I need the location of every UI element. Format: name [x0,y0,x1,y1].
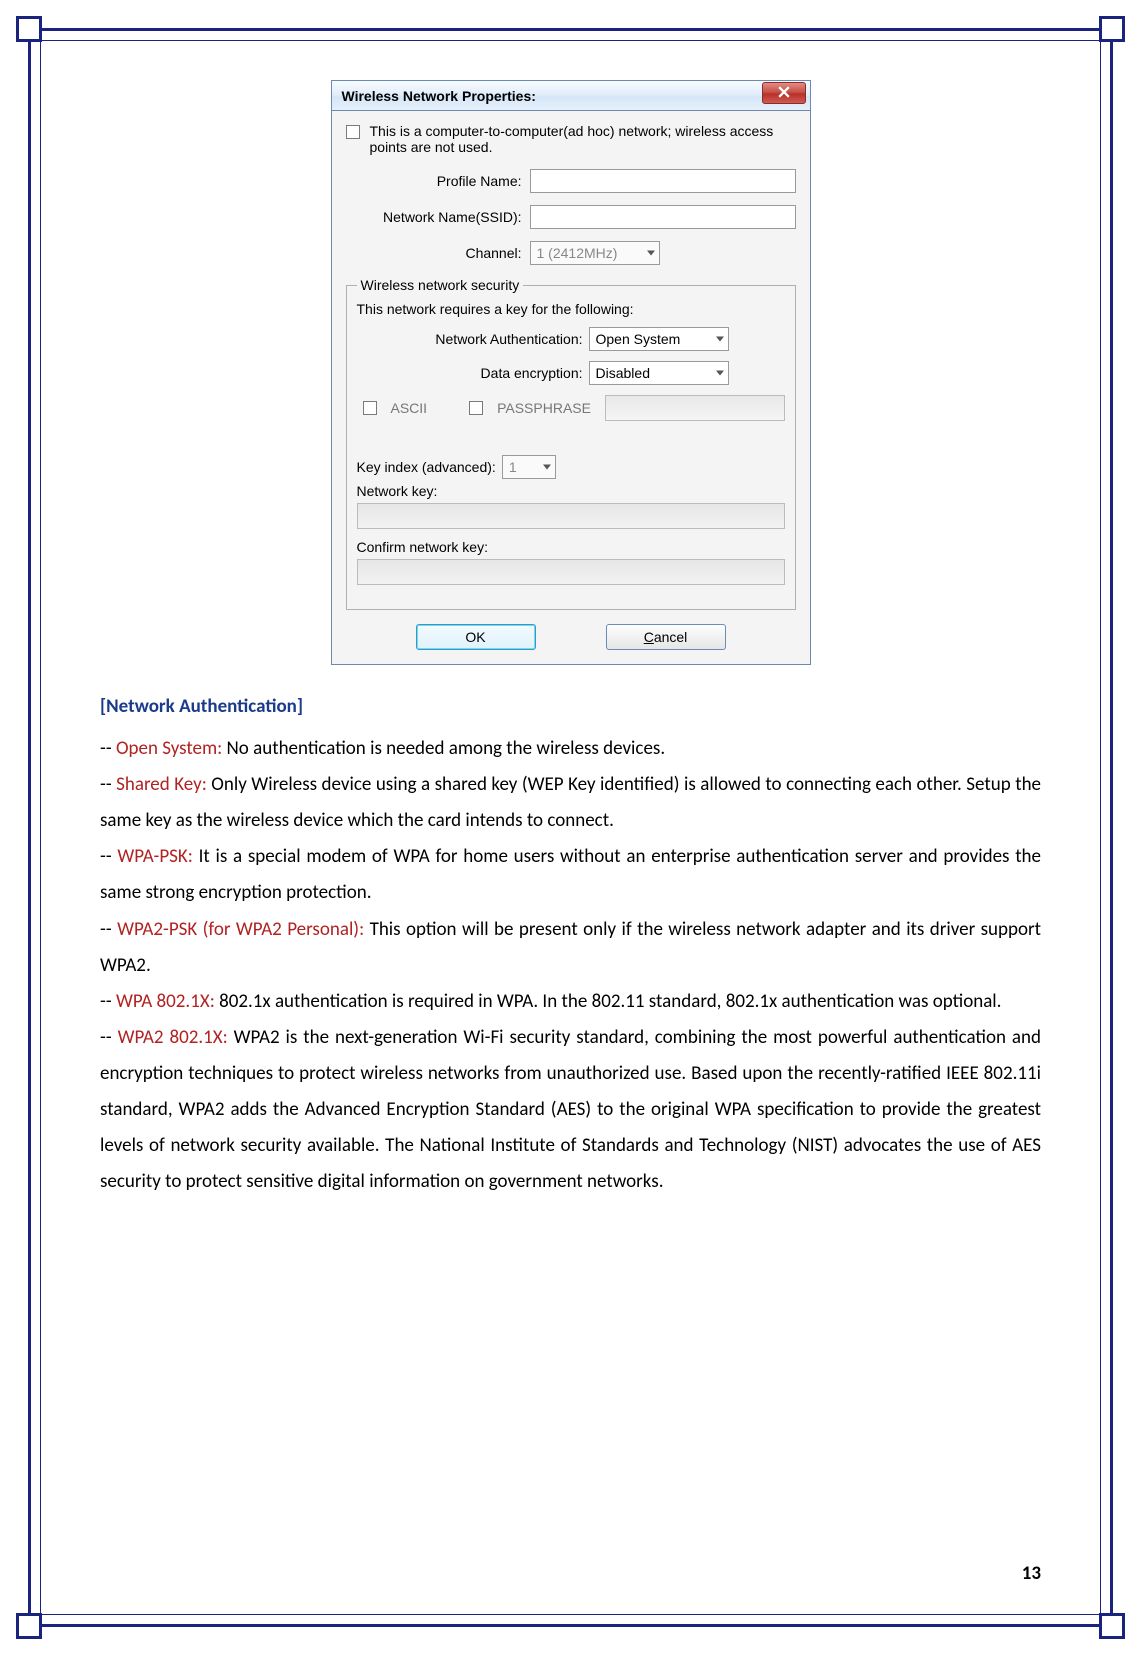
ascii-label: ASCII [391,400,428,416]
adhoc-checkbox[interactable] [346,125,360,139]
ok-button[interactable]: OK [416,624,536,650]
term-wpa2-8021x: WPA2 802.1X: [118,1026,228,1049]
ssid-label: Network Name(SSID): [346,209,522,225]
chevron-down-icon [543,465,551,470]
desc-wpa-psk: It is a special modem of WPA for home us… [100,845,1041,904]
term-wpa2-psk: WPA2-PSK (for WPA2 Personal): [117,918,364,941]
desc-wpa2-8021x: WPA2 is the next-generation Wi-Fi securi… [100,1026,1041,1193]
desc-open-system: No authentication is needed among the wi… [222,737,665,760]
encryption-select[interactable]: Disabled [589,361,729,385]
security-group: Wireless network security This network r… [346,277,796,610]
encryption-label: Data encryption: [357,365,583,381]
passphrase-input[interactable] [605,395,785,421]
term-wpa-psk: WPA-PSK: [117,845,193,868]
ascii-checkbox[interactable] [363,401,377,415]
security-legend: Wireless network security [357,277,524,293]
ok-label: OK [465,629,485,645]
page-number: 13 [1022,1562,1041,1585]
dialog-title: Wireless Network Properties: [342,88,536,104]
chevron-down-icon [716,337,724,342]
passphrase-checkbox[interactable] [469,401,483,415]
channel-label: Channel: [346,245,522,261]
cancel-button[interactable]: Cancel [606,624,726,650]
term-open-system: Open System: [116,737,222,760]
confirm-key-input[interactable] [357,559,785,585]
auth-label: Network Authentication: [357,331,583,347]
auth-select[interactable]: Open System [589,327,729,351]
chevron-down-icon [716,371,724,376]
channel-value: 1 (2412MHz) [537,245,618,261]
desc-shared-key: Only Wireless device using a shared key … [100,773,1041,832]
ssid-input[interactable] [530,205,796,229]
article-body: [Network Authentication] -- Open System:… [100,689,1041,1200]
term-shared-key: Shared Key: [116,773,207,796]
network-key-label: Network key: [357,483,785,499]
network-key-input[interactable] [357,503,785,529]
security-note: This network requires a key for the foll… [357,301,785,317]
confirm-key-label: Confirm network key: [357,539,785,555]
cancel-label: Cancel [644,629,688,645]
profile-name-input[interactable] [530,169,796,193]
close-button[interactable] [762,82,806,104]
article-heading: [Network Authentication] [100,689,1041,725]
keyindex-select[interactable]: 1 [502,455,556,479]
adhoc-label: This is a computer-to-computer(ad hoc) n… [370,123,796,155]
keyindex-label: Key index (advanced): [357,459,496,475]
desc-wpa-8021x: 802.1x authentication is required in WPA… [215,990,1002,1013]
encryption-value: Disabled [596,365,650,381]
close-icon [778,85,790,101]
auth-value: Open System [596,331,681,347]
chevron-down-icon [647,251,655,256]
passphrase-label: PASSPHRASE [497,400,591,416]
term-wpa-8021x: WPA 802.1X: [116,990,215,1013]
wireless-properties-dialog: Wireless Network Properties: This is a c… [331,80,811,665]
keyindex-value: 1 [509,459,517,475]
profile-name-label: Profile Name: [346,173,522,189]
channel-select[interactable]: 1 (2412MHz) [530,241,660,265]
dialog-titlebar: Wireless Network Properties: [332,81,810,111]
